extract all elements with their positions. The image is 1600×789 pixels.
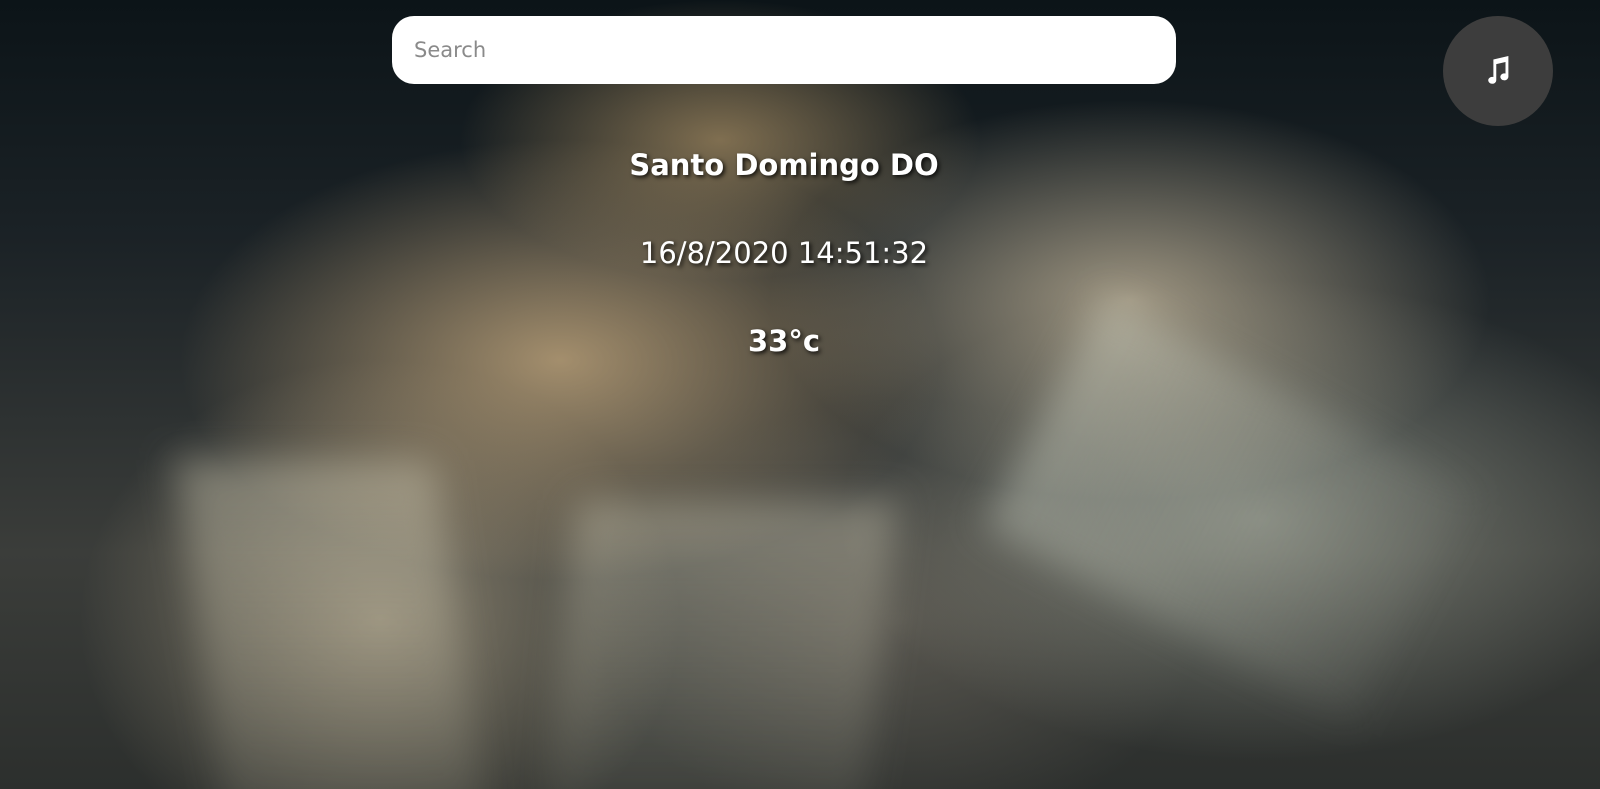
temperature: 33°c [747, 324, 821, 358]
city-name: Santo Domingo DO [629, 148, 939, 182]
light-ray [983, 296, 1477, 724]
date-time: 16/8/2020 14:51:32 [639, 236, 929, 270]
light-ray [543, 500, 897, 789]
search-bar[interactable] [392, 16, 1176, 84]
search-input[interactable] [412, 37, 1156, 63]
music-button[interactable] [1443, 16, 1553, 126]
sky-background [0, 0, 1600, 789]
music-note-icon [1488, 56, 1509, 84]
light-ray [174, 460, 486, 789]
